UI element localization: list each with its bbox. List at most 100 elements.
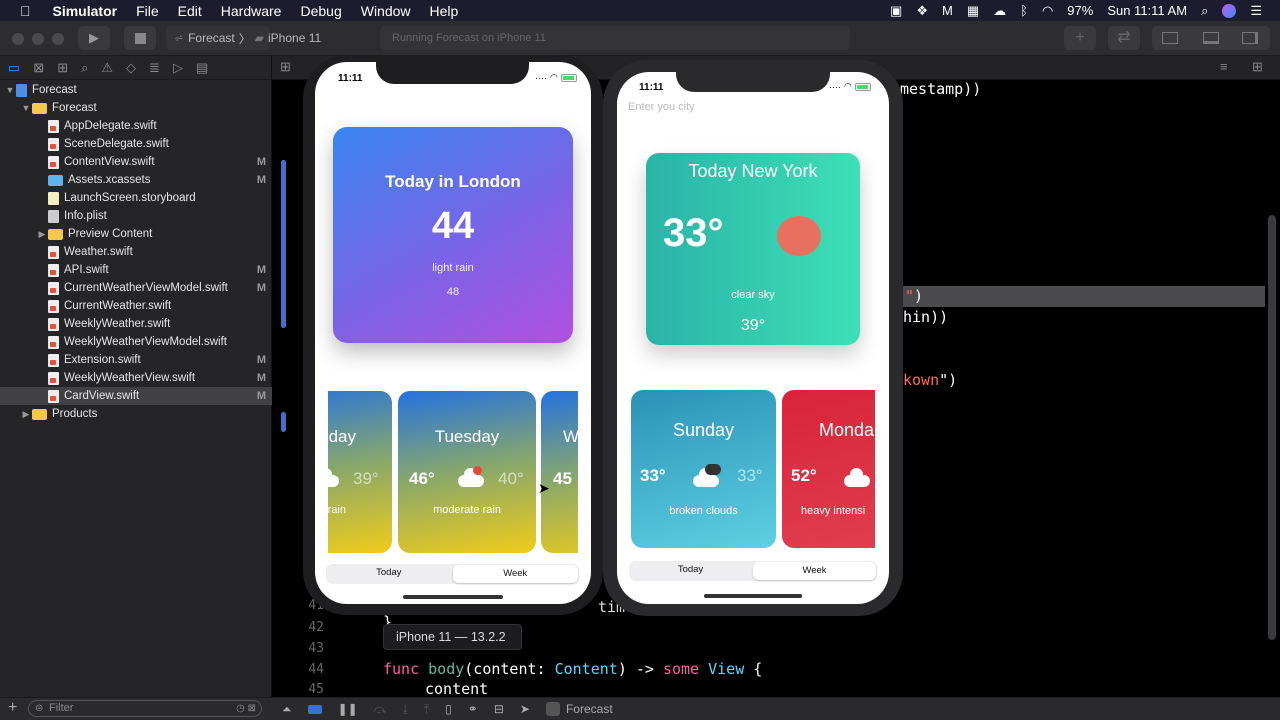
today-week-segmented-control[interactable]: Today Week xyxy=(326,564,579,584)
environment-overrides-icon[interactable]: ⊟ xyxy=(494,702,504,716)
disclosure-closed-icon[interactable]: ▶ xyxy=(20,409,32,420)
today-card[interactable]: Today in London 44 light rain 48 xyxy=(333,127,573,343)
navigator-item[interactable]: CurrentWeather.swift xyxy=(0,297,272,315)
zoom-window-button[interactable] xyxy=(52,33,64,45)
navigator-item[interactable]: AppDelegate.swift xyxy=(0,117,272,135)
minimap-scroll-indicator-2[interactable] xyxy=(281,412,286,432)
scheme-selector[interactable]: ⩫ Forecast 〉 ▰ iPhone 11 xyxy=(166,26,321,50)
editor-scrollbar[interactable] xyxy=(1268,215,1276,640)
dropbox-icon[interactable]: ❖ xyxy=(916,3,928,19)
simulate-location-icon[interactable]: ➤ xyxy=(520,702,530,716)
related-items-icon[interactable]: ⊞ xyxy=(280,59,291,75)
toggle-debug-area-icon[interactable] xyxy=(1203,32,1219,44)
siri-icon[interactable] xyxy=(1222,3,1237,18)
phone-screen[interactable]: 11:11 ···· ◠ Today in London 44 light rai… xyxy=(315,62,591,604)
menu-edit[interactable]: Edit xyxy=(178,3,202,19)
toggle-navigator-icon[interactable] xyxy=(1162,32,1178,44)
disclosure-closed-icon[interactable]: ▶ xyxy=(36,229,48,240)
home-indicator[interactable] xyxy=(403,595,503,599)
menu-hardware[interactable]: Hardware xyxy=(221,3,282,19)
navigator-item[interactable]: ▼ Forecast xyxy=(0,99,272,117)
week-card[interactable]: Monda 52° heavy intensi xyxy=(782,390,875,548)
bluetooth-icon[interactable]: ᛒ xyxy=(1020,3,1028,18)
hide-debug-area-icon[interactable]: ⏶ xyxy=(282,702,292,717)
navigator-item[interactable]: LaunchScreen.storyboard xyxy=(0,189,272,207)
home-indicator[interactable] xyxy=(704,594,802,598)
navigator-item[interactable]: WeeklyWeather.swift xyxy=(0,315,272,333)
recent-files-icon[interactable]: ◷ ⊠ xyxy=(236,701,256,716)
navigator-item[interactable]: ▶ Preview Content xyxy=(0,225,272,243)
memory-graph-icon[interactable]: ⚭ xyxy=(468,702,478,716)
navigator-item[interactable]: Info.plist xyxy=(0,207,272,225)
report-icon[interactable]: ▤ xyxy=(196,60,208,76)
code-fragment[interactable]: ") xyxy=(905,287,923,305)
clock[interactable]: Sun 11:11 AM xyxy=(1107,3,1187,18)
tab-week[interactable]: Week xyxy=(753,562,876,580)
navigator-item[interactable]: API.swift M xyxy=(0,261,272,279)
menu-app[interactable]: Simulator xyxy=(53,3,118,19)
week-card[interactable]: day 39° rain xyxy=(328,391,392,553)
library-add-button[interactable]: + xyxy=(1064,26,1096,50)
city-input[interactable]: Enter you city xyxy=(628,101,695,113)
minimap-scroll-indicator[interactable] xyxy=(281,160,286,328)
navigator-item[interactable]: SceneDelegate.swift xyxy=(0,135,272,153)
disclosure-open-icon[interactable]: ▼ xyxy=(4,85,16,95)
view-hierarchy-icon[interactable]: ▯ xyxy=(445,702,452,716)
source-control-icon[interactable]: ⊠ xyxy=(33,60,44,76)
search-icon[interactable]: ⌕ xyxy=(81,60,88,76)
folder-icon[interactable]: ▭ xyxy=(8,60,20,76)
navigator-item[interactable]: Weather.swift xyxy=(0,243,272,261)
navigator-item[interactable]: WeeklyWeatherViewModel.swift xyxy=(0,333,272,351)
phone-screen[interactable]: 11:11 ···· ◠ Enter you city Today New Yor… xyxy=(617,72,889,604)
step-into-icon[interactable]: ⤓ xyxy=(403,702,408,717)
code-fragment[interactable]: kown") xyxy=(903,371,957,389)
step-over-icon[interactable]: ⤼ xyxy=(374,702,387,717)
utility-icon[interactable]: ▦ xyxy=(967,3,979,19)
menu-help[interactable]: Help xyxy=(430,3,459,19)
tab-week[interactable]: Week xyxy=(452,565,578,583)
step-out-icon[interactable]: ⤒ xyxy=(424,702,429,717)
pause-icon[interactable]: ❚❚ xyxy=(338,702,358,716)
navigator-item[interactable]: WeeklyWeatherView.swift M xyxy=(0,369,272,387)
today-card[interactable]: Today New York 33° clear sky 39° xyxy=(646,153,860,345)
week-carousel[interactable]: Sunday 33° 33° broken clouds Monda 52° h… xyxy=(631,390,875,550)
cloud-icon[interactable]: ☁ xyxy=(993,3,1006,19)
today-week-segmented-control[interactable]: Today Week xyxy=(629,561,877,581)
code-line-44[interactable]: func body(content: Content) -> some View… xyxy=(383,660,762,678)
battery-percent[interactable]: 97% xyxy=(1067,3,1093,18)
search-icon[interactable]: ⌕ xyxy=(1201,3,1208,19)
symbol-icon[interactable]: ⊞ xyxy=(57,60,68,76)
menu-debug[interactable]: Debug xyxy=(300,3,341,19)
notification-center-icon[interactable]: ☰ xyxy=(1250,3,1262,19)
filter-input[interactable]: ⊜ Filter ◷ ⊠ xyxy=(28,700,262,717)
add-editor-icon[interactable]: ⊞ xyxy=(1252,59,1263,75)
close-window-button[interactable] xyxy=(12,33,24,45)
camera-icon[interactable]: ▣ xyxy=(890,3,902,19)
week-card[interactable]: Tuesday 46° 40° moderate rain xyxy=(398,391,536,553)
toggle-inspector-icon[interactable] xyxy=(1242,32,1258,44)
week-carousel[interactable]: day 39° rain Tuesday 46° 40° moderate ra… xyxy=(328,391,578,553)
debug-icon[interactable]: ≣ xyxy=(149,60,160,76)
navigator-item[interactable]: CurrentWeatherViewModel.swift M xyxy=(0,279,272,297)
malwarebytes-icon[interactable]: M xyxy=(942,3,953,18)
code-fragment[interactable]: mestamp)) xyxy=(900,80,981,98)
navigator-item[interactable]: ▶ Products xyxy=(0,405,272,423)
minimize-window-button[interactable] xyxy=(32,33,44,45)
navigator-item[interactable]: ▼ Forecast xyxy=(0,81,272,99)
code-fragment[interactable]: hin)) xyxy=(903,308,948,326)
navigator-item[interactable]: ContentView.swift M xyxy=(0,153,272,171)
apple-menu-icon[interactable]:  xyxy=(20,3,31,19)
navigator-item[interactable]: CardView.swift M xyxy=(0,387,272,405)
breakpoints-toggle-icon[interactable] xyxy=(307,704,322,714)
disclosure-open-icon[interactable]: ▼ xyxy=(20,103,32,113)
navigator-item[interactable]: Extension.swift M xyxy=(0,351,272,369)
menu-window[interactable]: Window xyxy=(361,3,411,19)
stop-button[interactable] xyxy=(124,26,156,50)
tab-today[interactable]: Today xyxy=(326,564,452,584)
code-line-45[interactable]: content xyxy=(425,680,488,698)
week-card[interactable]: W 45 xyxy=(541,391,578,553)
editor-options-icon[interactable]: ≡ xyxy=(1220,59,1228,74)
code-review-button[interactable]: ⇄ xyxy=(1108,26,1140,50)
wifi-icon[interactable]: ◠ xyxy=(1042,3,1053,19)
test-icon[interactable]: ◇ xyxy=(126,60,136,76)
